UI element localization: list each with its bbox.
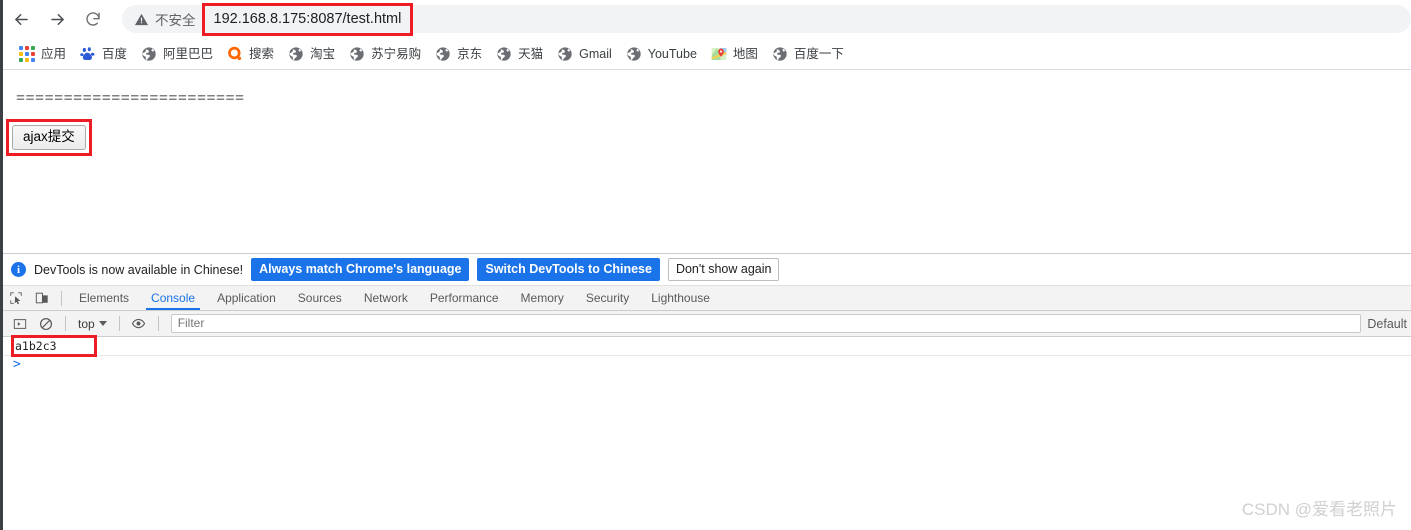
bookmark-label: Gmail <box>579 47 612 61</box>
console-context-selector[interactable]: top <box>72 317 113 331</box>
console-message-text: a1b2c3 <box>15 339 57 353</box>
globe-icon <box>142 47 156 61</box>
bookmark-search[interactable]: 搜索 <box>220 43 281 65</box>
bookmark-label: YouTube <box>647 47 697 61</box>
security-status-text: 不安全 <box>155 13 196 28</box>
bookmark-baidu-yixia[interactable]: 百度一下 <box>765 43 851 65</box>
prompt-caret-icon: > <box>13 357 21 372</box>
toolbar-divider <box>118 316 120 331</box>
globe-icon <box>773 47 787 61</box>
toolbar-divider <box>61 290 62 306</box>
tab-memory[interactable]: Memory <box>510 286 575 310</box>
tab-sources[interactable]: Sources <box>287 286 353 310</box>
globe-icon <box>627 47 641 61</box>
toolbar-divider <box>65 316 66 331</box>
bookmark-jd[interactable]: 京东 <box>428 43 489 65</box>
warning-triangle-icon <box>134 13 149 25</box>
bookmark-label: 百度一下 <box>793 47 844 61</box>
bookmark-tmall[interactable]: 天猫 <box>489 43 550 65</box>
maps-pin-icon <box>711 48 727 60</box>
console-output-area[interactable]: a1b2c3 > <box>3 335 1411 528</box>
tab-performance[interactable]: Performance <box>419 286 510 310</box>
console-sidebar-button[interactable] <box>7 312 33 336</box>
device-toolbar-button[interactable] <box>29 286 55 310</box>
clear-console-icon <box>39 317 53 330</box>
back-button[interactable] <box>6 4 36 34</box>
info-icon: i <box>11 262 26 277</box>
live-expression-button[interactable] <box>126 312 152 336</box>
baidu-icon <box>80 47 95 60</box>
console-context-value: top <box>78 316 95 331</box>
bookmark-label: 应用 <box>41 47 67 61</box>
devtools-tabbar: Elements Console Application Sources Net… <box>3 286 1411 311</box>
tab-console[interactable]: Console <box>140 286 206 310</box>
forward-arrow-icon <box>50 13 64 25</box>
apps-grid-icon <box>19 46 35 62</box>
window-edge-strip <box>0 0 3 530</box>
globe-icon <box>558 47 572 61</box>
globe-icon <box>497 47 511 61</box>
tab-security[interactable]: Security <box>575 286 640 310</box>
devtools-panel: i DevTools is now available in Chinese! … <box>3 253 1411 530</box>
console-levels-label[interactable]: Default <box>1367 317 1411 331</box>
search-orange-icon <box>228 46 242 61</box>
page-separator-text: ======================== <box>16 90 245 107</box>
bookmark-taobao[interactable]: 淘宝 <box>281 43 342 65</box>
back-arrow-icon <box>14 13 28 25</box>
bookmark-maps[interactable]: 地图 <box>704 43 765 65</box>
tab-network[interactable]: Network <box>353 286 419 310</box>
device-toolbar-icon <box>35 292 48 304</box>
console-input-prompt[interactable]: > <box>3 356 1411 374</box>
page-viewport: ======================== ajax提交 <box>3 70 1411 253</box>
browser-toolbar: 不安全 192.168.8.175:8087/test.html <box>0 0 1411 38</box>
bookmark-label: 阿里巴巴 <box>163 47 214 61</box>
console-toolbar: top Default <box>3 311 1411 337</box>
dont-show-again-button[interactable]: Don't show again <box>667 258 780 281</box>
inspect-element-button[interactable] <box>3 286 29 310</box>
clear-console-button[interactable] <box>33 312 59 336</box>
url-text[interactable]: 192.168.8.175:8087/test.html <box>206 8 410 31</box>
reload-icon <box>86 12 100 26</box>
bookmark-label: 天猫 <box>518 47 544 61</box>
address-bar[interactable]: 不安全 192.168.8.175:8087/test.html <box>122 2 1411 36</box>
globe-icon <box>350 47 364 61</box>
bookmark-label: 苏宁易购 <box>371 47 422 61</box>
url-highlight-wrap: 192.168.8.175:8087/test.html <box>201 2 414 36</box>
bookmark-label: 百度 <box>102 47 128 61</box>
bookmark-gmail[interactable]: Gmail <box>550 43 619 65</box>
bookmark-apps[interactable]: 应用 <box>12 43 73 65</box>
tab-elements[interactable]: Elements <box>68 286 140 310</box>
bookmark-label: 淘宝 <box>310 47 336 61</box>
bookmark-label: 地图 <box>732 47 758 61</box>
console-sidebar-icon <box>13 318 27 329</box>
security-chip[interactable]: 不安全 <box>134 9 196 29</box>
live-expression-eye-icon <box>132 318 146 329</box>
bookmark-label: 搜索 <box>249 47 275 61</box>
bookmark-suning[interactable]: 苏宁易购 <box>342 43 428 65</box>
bookmark-youtube[interactable]: YouTube <box>619 43 704 65</box>
notice-message: DevTools is now available in Chinese! <box>34 262 244 277</box>
bookmark-alibaba[interactable]: 阿里巴巴 <box>134 43 220 65</box>
always-match-language-button[interactable]: Always match Chrome's language <box>251 258 470 281</box>
chevron-down-icon <box>98 321 107 326</box>
devtools-language-notice: i DevTools is now available in Chinese! … <box>3 254 1411 286</box>
bookmark-baidu[interactable]: 百度 <box>73 43 134 65</box>
bookmarks-bar: 应用 百度 阿里巴巴 搜索 淘宝 苏宁易购 京东 天猫 Gmail YouTub… <box>0 38 1411 70</box>
csdn-watermark: CSDN @爱看老照片 <box>1241 500 1397 519</box>
toolbar-divider <box>157 316 159 331</box>
reload-button[interactable] <box>78 4 108 34</box>
switch-devtools-to-chinese-button[interactable]: Switch DevTools to Chinese <box>477 258 660 281</box>
globe-icon <box>289 47 303 61</box>
console-filter-input[interactable] <box>170 314 1362 333</box>
tab-lighthouse[interactable]: Lighthouse <box>640 286 721 310</box>
globe-icon <box>436 47 450 61</box>
bookmark-label: 京东 <box>457 47 483 61</box>
ajax-submit-button[interactable]: ajax提交 <box>12 125 86 150</box>
console-message-row[interactable]: a1b2c3 <box>3 335 1411 357</box>
tab-application[interactable]: Application <box>206 286 287 310</box>
inspect-element-icon <box>10 292 22 305</box>
forward-button[interactable] <box>42 4 72 34</box>
ajax-submit-wrap: ajax提交 <box>6 119 92 156</box>
